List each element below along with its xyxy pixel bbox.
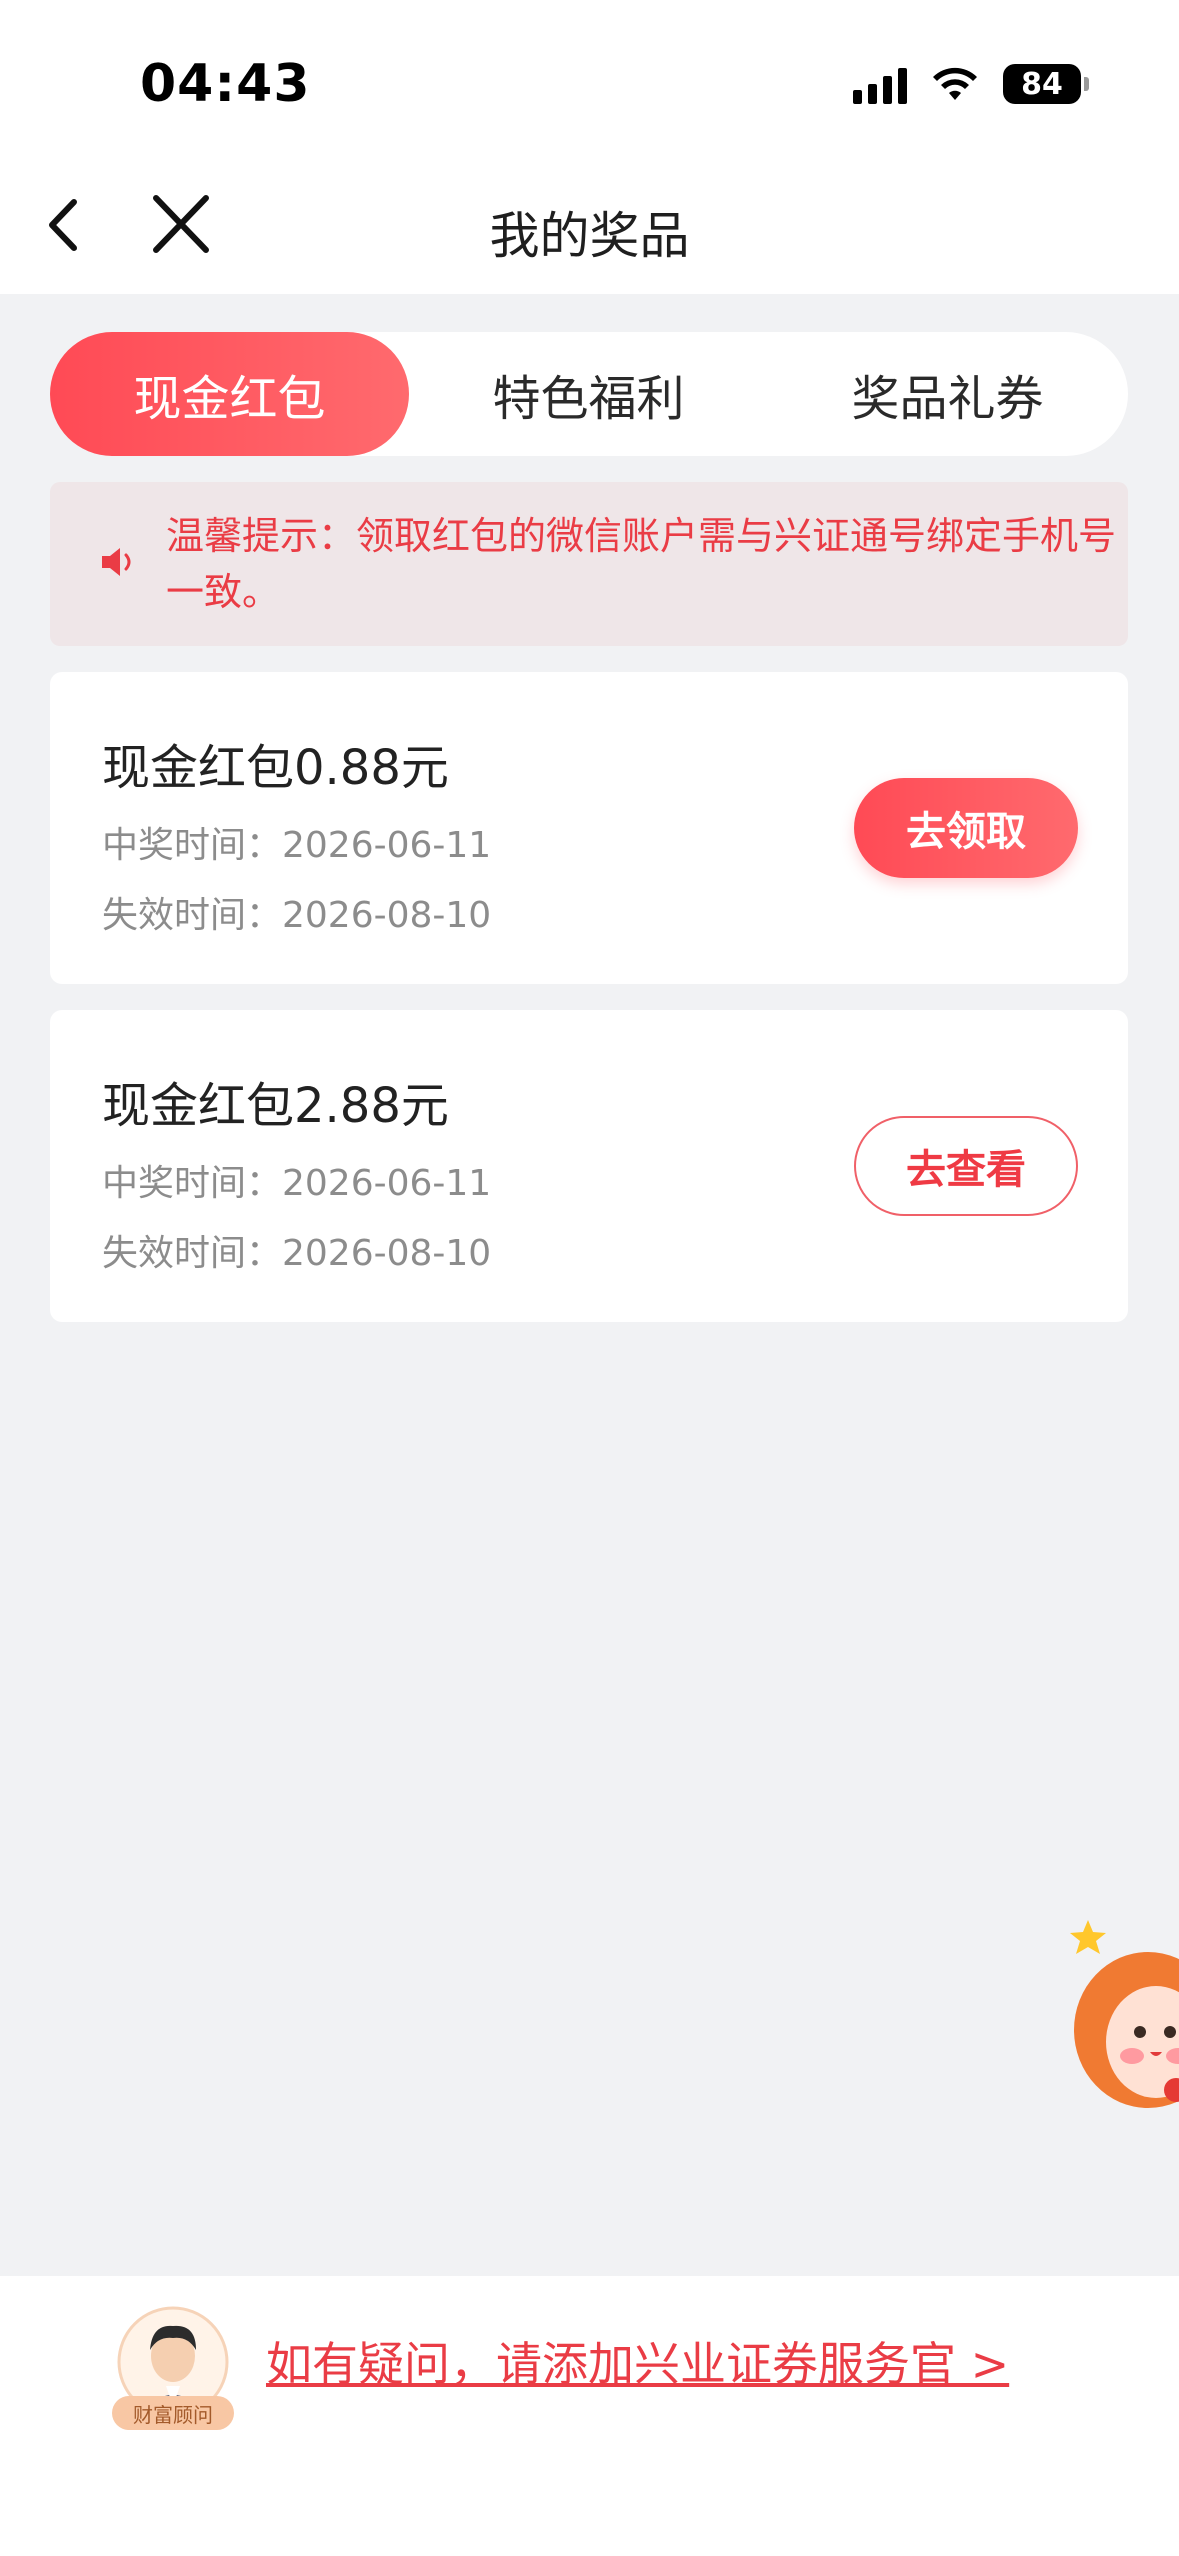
speaker-icon xyxy=(102,548,131,576)
tab-cash-red-packet[interactable]: 现金红包 xyxy=(50,332,409,456)
status-bar: 04:43 84 xyxy=(0,0,1179,160)
add-service-officer-link[interactable]: 如有疑问，请添加兴业证券服务官 > xyxy=(266,2328,1009,2394)
status-time: 04:43 xyxy=(140,54,311,114)
advisor-avatar[interactable]: 财富顾问 xyxy=(112,2306,234,2430)
nav-bar: 我的奖品 xyxy=(0,160,1179,294)
status-icons: 84 xyxy=(853,64,1089,104)
notice-banner: 温馨提示：领取红包的微信账户需与兴证通号绑定手机号一致。 xyxy=(50,482,1128,646)
advisor-badge: 财富顾问 xyxy=(112,2396,234,2430)
prize-expire-time: 失效时间：2026-08-10 xyxy=(102,895,492,936)
prize-win-time: 中奖时间：2026-06-11 xyxy=(102,825,492,866)
page-title: 我的奖品 xyxy=(489,207,690,265)
notice-text: 温馨提示：领取红包的微信账户需与兴证通号绑定手机号一致。 xyxy=(166,514,1117,614)
prize-expire-time: 失效时间：2026-08-10 xyxy=(102,1233,492,1274)
prize-title: 现金红包2.88元 xyxy=(102,1078,449,1134)
advisor-banner: 财富顾问 如有疑问，请添加兴业证券服务官 > xyxy=(0,2276,1179,2454)
battery-icon: 84 xyxy=(1003,64,1089,104)
prize-tabs: 现金红包 特色福利 奖品礼券 xyxy=(50,332,1128,456)
home-indicator-area xyxy=(0,2454,1179,2556)
claim-button[interactable]: 去领取 xyxy=(854,778,1078,878)
cellular-signal-icon xyxy=(853,64,907,104)
mascot-float-icon[interactable] xyxy=(1068,1920,1179,2130)
wifi-icon xyxy=(933,67,977,100)
prize-win-time: 中奖时间：2026-06-11 xyxy=(102,1163,492,1204)
prize-card: 现金红包0.88元 中奖时间：2026-06-11 失效时间：2026-08-1… xyxy=(50,672,1128,984)
tab-prize-coupons[interactable]: 奖品礼券 xyxy=(768,332,1127,456)
view-button[interactable]: 去查看 xyxy=(854,1116,1078,1216)
prize-title: 现金红包0.88元 xyxy=(102,740,449,796)
tab-special-benefits[interactable]: 特色福利 xyxy=(409,332,768,456)
prize-card: 现金红包2.88元 中奖时间：2026-06-11 失效时间：2026-08-1… xyxy=(50,1010,1128,1322)
